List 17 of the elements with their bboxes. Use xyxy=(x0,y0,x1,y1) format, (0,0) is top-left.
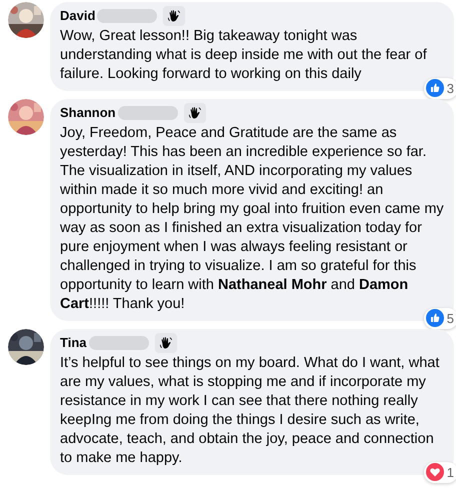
reaction-count: 5 xyxy=(446,310,454,328)
author-name[interactable]: Shannon xyxy=(60,104,116,122)
reaction-count: 1 xyxy=(446,464,454,482)
waving-hand-icon xyxy=(188,106,202,120)
waving-hand-icon xyxy=(158,336,172,350)
hidden-name-blur xyxy=(97,9,158,23)
hidden-name-blur xyxy=(88,336,148,350)
author-name[interactable]: Tina xyxy=(60,334,86,352)
reaction-count: 3 xyxy=(446,80,454,98)
reaction-badge[interactable]: 1 xyxy=(424,462,456,483)
thumbs-up-icon xyxy=(426,309,444,328)
reaction-badge[interactable]: 5 xyxy=(424,308,456,329)
reaction-badge[interactable]: 3 xyxy=(424,78,456,99)
thumbs-up-icon xyxy=(426,79,444,98)
waving-hand-icon xyxy=(167,9,182,23)
author-name[interactable]: David xyxy=(60,7,96,25)
hidden-name-blur xyxy=(118,106,178,120)
